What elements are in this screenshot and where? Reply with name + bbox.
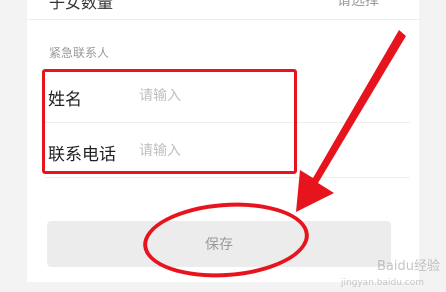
section-title-emergency-contact: 紧急联系人: [49, 46, 110, 60]
watermark-logo: Baidu经验: [377, 259, 440, 274]
form-row-name: 姓名: [45, 72, 410, 123]
name-input[interactable]: [139, 84, 289, 108]
page: 子女数量 请选择 紧急联系人 姓名 联系电话 保存 Baidu经验 jingya…: [0, 0, 446, 292]
save-button[interactable]: 保存: [47, 221, 391, 267]
form-card: 子女数量 请选择 紧急联系人 姓名 联系电话 保存: [27, 0, 419, 283]
form-row-top[interactable]: 子女数量 请选择: [27, 0, 419, 20]
top-row-value: 请选择: [337, 0, 379, 9]
watermark-sub: jingyan.baidu.com: [340, 278, 424, 288]
phone-input[interactable]: [139, 139, 289, 163]
phone-label: 联系电话: [48, 145, 116, 165]
form-row-phone: 联系电话: [45, 127, 410, 178]
name-label: 姓名: [48, 90, 82, 110]
top-row-label: 子女数量: [49, 0, 114, 12]
